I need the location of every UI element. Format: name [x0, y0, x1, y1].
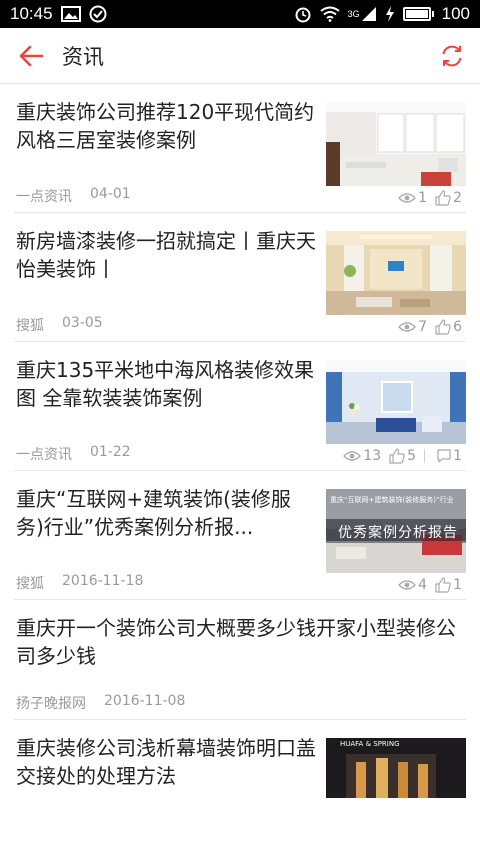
back-button[interactable] — [0, 28, 62, 84]
news-date: 01-22 — [90, 444, 131, 460]
news-title: 新房墙漆装修一招就搞定丨重庆天怡美装饰丨 — [16, 229, 316, 281]
news-thumbnail — [326, 231, 466, 315]
view-count: 1 — [418, 190, 428, 206]
refresh-icon — [442, 45, 462, 66]
news-stats: 13 5 1 — [339, 448, 462, 464]
news-item[interactable]: 重庆“互联网+建筑装饰(装修服务)行业”优秀案例分析报... 重庆“互联网+建筑… — [14, 471, 466, 600]
news-date: 2016-11-18 — [62, 573, 144, 589]
news-meta: 搜狐 03-05 — [16, 315, 103, 335]
stat-divider — [424, 449, 426, 463]
news-thumbnail: 重庆“互联网+建筑装饰(装修服务)”行业 优秀案例分析报告 — [326, 489, 466, 573]
news-date: 2016-11-08 — [104, 693, 186, 709]
news-source: 一点资讯 — [16, 189, 72, 205]
eye-icon — [398, 322, 417, 332]
news-title: 重庆135平米地中海风格装修效果图 全靠软装装饰案例 — [16, 358, 315, 410]
news-source: 一点资讯 — [16, 447, 72, 463]
news-thumbnail: HUAFA & SPRING — [326, 738, 466, 798]
like-count: 2 — [453, 190, 462, 206]
news-source: 搜狐 — [16, 318, 44, 334]
battery-percent: 100 — [441, 4, 470, 23]
like-count: 1 — [453, 577, 462, 593]
news-stats: 7 6 — [394, 319, 462, 335]
comment-icon — [437, 449, 451, 463]
news-stats: 4 1 — [394, 577, 462, 593]
news-title: 重庆装饰公司推荐120平现代简约风格三居室装修案例 — [16, 100, 315, 152]
page-title: 资讯 — [62, 44, 104, 69]
refresh-button[interactable] — [424, 28, 480, 84]
news-meta: 一点资讯 04-01 — [16, 186, 131, 206]
news-meta: 扬子晚报网 2016-11-08 — [16, 693, 185, 713]
news-stats: 1 2 — [394, 190, 462, 206]
eye-icon — [343, 451, 362, 461]
battery-icon — [402, 7, 434, 21]
arrow-left-icon — [19, 45, 44, 66]
news-item[interactable]: 重庆135平米地中海风格装修效果图 全靠软装装饰案例 一点资讯 01-22 13… — [14, 342, 466, 471]
news-list: 重庆装饰公司推荐120平现代简约风格三居室装修案例 一点资讯 04-01 1 2… — [0, 84, 480, 849]
eye-icon — [398, 193, 417, 203]
thumbnail-caption-top: 重庆“互联网+建筑装饰(装修服务)”行业 — [330, 496, 454, 504]
news-title: 重庆开一个装饰公司大概要多少钱开家小型装修公司多少钱 — [16, 616, 456, 668]
view-count: 7 — [418, 319, 428, 335]
comment-count: 1 — [453, 448, 462, 464]
news-source: 搜狐 — [16, 576, 44, 592]
news-meta: 一点资讯 01-22 — [16, 444, 131, 464]
network-type: 3G — [347, 9, 360, 19]
thumbs-up-icon — [389, 448, 405, 464]
alarm-icon — [294, 5, 312, 23]
thumbs-up-icon — [435, 190, 451, 206]
thumbs-up-icon — [435, 319, 451, 335]
check-circle-icon — [89, 5, 107, 23]
news-item[interactable]: 重庆装饰公司推荐120平现代简约风格三居室装修案例 一点资讯 04-01 1 2 — [14, 84, 466, 213]
news-source: 扬子晚报网 — [16, 696, 86, 712]
news-item[interactable]: 重庆装修公司浅析幕墙装饰明口盖交接处的处理方法 HUAFA & SPRING — [14, 720, 466, 849]
thumbnail-caption-main: 优秀案例分析报告 — [338, 525, 458, 541]
news-date: 04-01 — [90, 186, 131, 202]
news-title: 重庆装修公司浅析幕墙装饰明口盖交接处的处理方法 — [16, 736, 316, 788]
status-bar: 10:45 3G 100 — [0, 0, 480, 28]
like-count: 6 — [453, 319, 462, 335]
news-date: 03-05 — [62, 315, 103, 331]
wifi-icon — [319, 6, 340, 22]
news-thumbnail — [326, 102, 466, 186]
view-count: 13 — [363, 448, 382, 464]
cellular-signal-icon: 3G — [348, 6, 377, 22]
news-thumbnail — [326, 360, 466, 444]
thumbs-up-icon — [435, 577, 451, 593]
view-count: 4 — [418, 577, 428, 593]
app-bar: 资讯 — [0, 28, 480, 84]
like-count: 5 — [407, 448, 417, 464]
news-item[interactable]: 新房墙漆装修一招就搞定丨重庆天怡美装饰丨 搜狐 03-05 7 6 — [14, 213, 466, 342]
news-title: 重庆“互联网+建筑装饰(装修服务)行业”优秀案例分析报... — [16, 487, 291, 539]
news-meta: 搜狐 2016-11-18 — [16, 573, 143, 593]
news-item[interactable]: 重庆开一个装饰公司大概要多少钱开家小型装修公司多少钱 扬子晚报网 2016-11… — [14, 600, 466, 720]
eye-icon — [398, 580, 417, 590]
image-notification-icon — [60, 6, 81, 22]
charging-icon — [385, 6, 395, 22]
status-time: 10:45 — [10, 4, 53, 23]
thumbnail-caption-top: HUAFA & SPRING — [340, 740, 400, 748]
